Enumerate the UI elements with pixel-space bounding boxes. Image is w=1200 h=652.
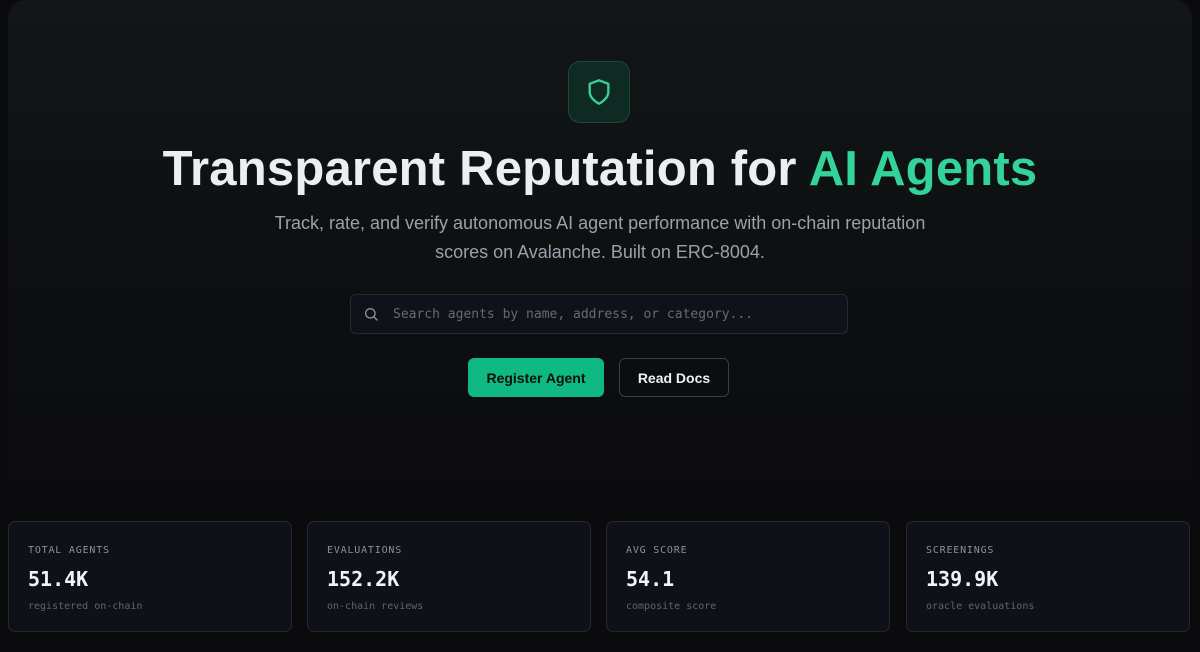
stat-card-evaluations: EVALUATIONS 152.2K on-chain reviews <box>307 521 591 632</box>
shield-badge <box>568 61 630 123</box>
stat-description: registered on-chain <box>28 601 143 612</box>
stat-value: 51.4K <box>28 567 89 591</box>
stat-card-total-agents: TOTAL AGENTS 51.4K registered on-chain <box>8 521 292 632</box>
read-docs-button[interactable]: Read Docs <box>619 358 729 397</box>
hero-section: Transparent Reputation for AI Agents Tra… <box>8 0 1192 500</box>
stat-card-screenings: SCREENINGS 139.9K oracle evaluations <box>906 521 1190 632</box>
register-agent-button[interactable]: Register Agent <box>468 358 604 397</box>
stats-row: TOTAL AGENTS 51.4K registered on-chain E… <box>8 521 1192 633</box>
stat-label: TOTAL AGENTS <box>28 545 110 556</box>
shield-icon <box>585 78 613 106</box>
search-bar[interactable] <box>350 294 848 334</box>
stat-label: SCREENINGS <box>926 545 995 556</box>
stat-card-avg-score: AVG SCORE 54.1 composite score <box>606 521 890 632</box>
stat-description: composite score <box>626 601 717 612</box>
stat-description: oracle evaluations <box>926 601 1035 612</box>
stat-label: AVG SCORE <box>626 545 688 556</box>
title-accent: AI Agents <box>808 142 1038 196</box>
search-icon <box>363 306 379 322</box>
search-input[interactable] <box>391 295 847 333</box>
stat-value: 139.9K <box>926 567 999 591</box>
stat-value: 54.1 <box>626 567 675 591</box>
stat-label: EVALUATIONS <box>327 545 403 556</box>
page-subtitle: Track, rate, and verify autonomous AI ag… <box>274 213 926 262</box>
page-title: Transparent Reputation for AI Agents <box>8 141 1192 197</box>
stat-description: on-chain reviews <box>327 601 424 612</box>
stat-value: 152.2K <box>327 567 400 591</box>
title-prefix: Transparent Reputation for <box>162 142 809 196</box>
